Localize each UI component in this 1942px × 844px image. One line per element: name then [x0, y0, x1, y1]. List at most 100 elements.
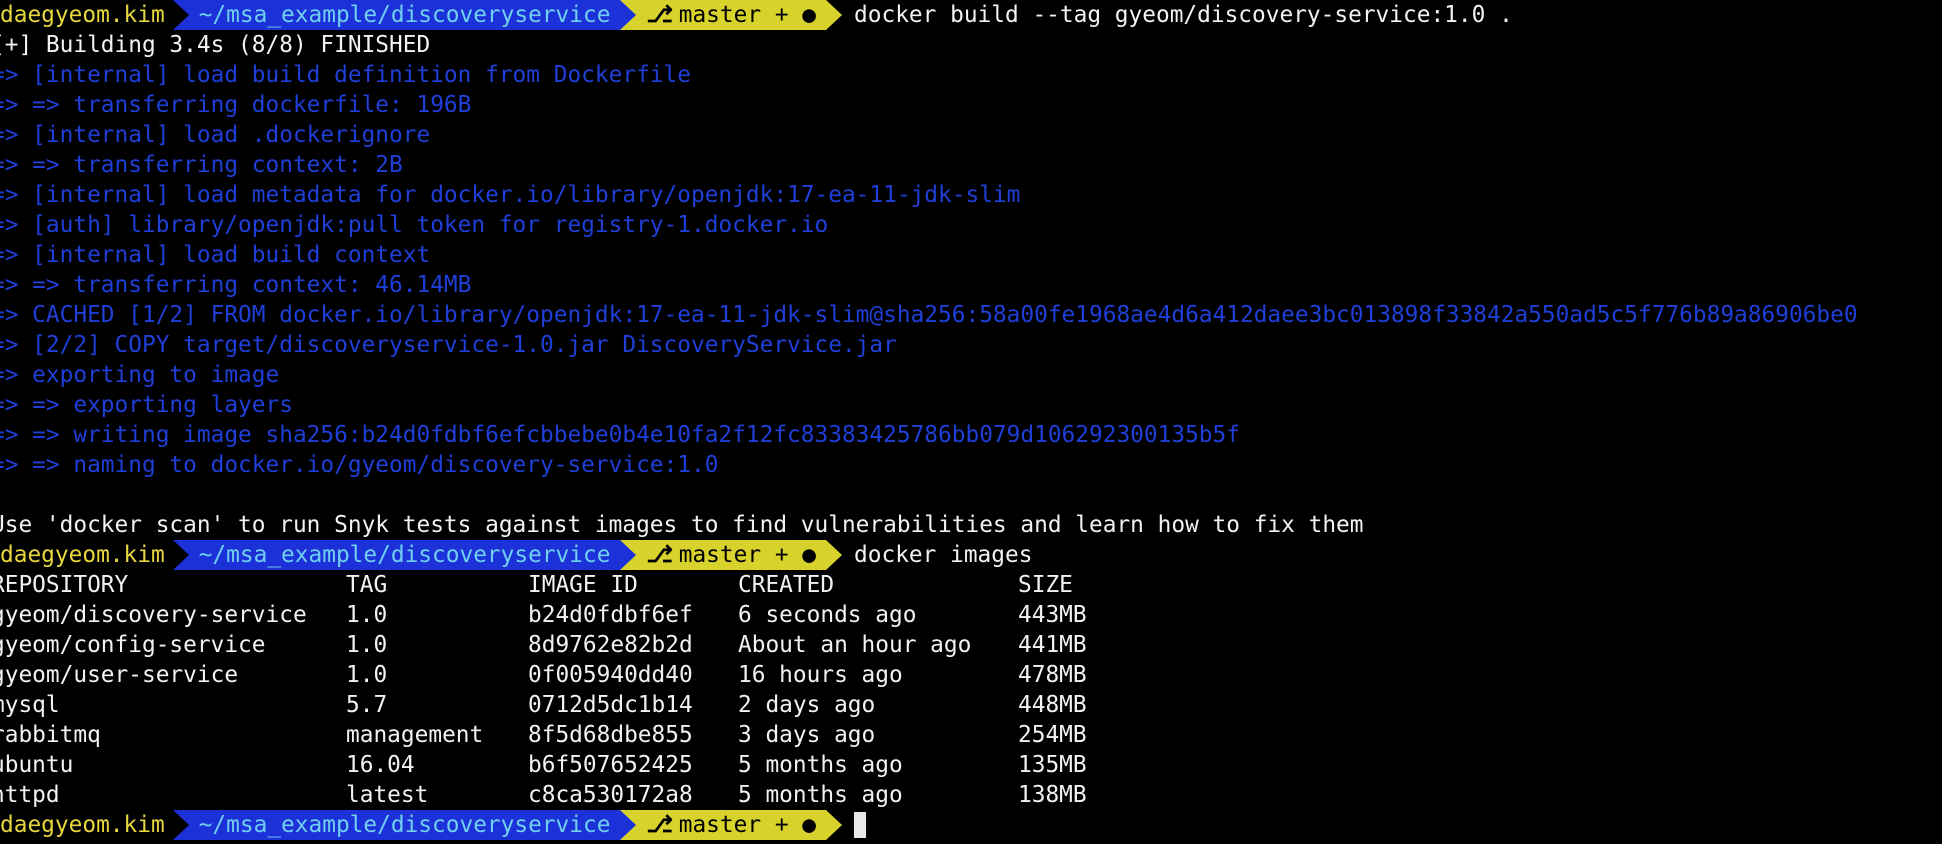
- prompt-user: daegyeom.kim: [0, 0, 189, 30]
- powerline-separator: [172, 810, 189, 840]
- cell-repository: mysql: [0, 692, 60, 718]
- cell-repository: gyeom/user-service: [0, 662, 239, 688]
- powerline-separator: [172, 540, 189, 570]
- build-line: => CACHED [1/2] FROM docker.io/library/o…: [0, 302, 1858, 328]
- command-text: docker build --tag gyeom/discovery-servi…: [854, 2, 1513, 28]
- cell-created: 5 months ago: [738, 782, 903, 808]
- cell-tag: 1.0: [346, 632, 388, 658]
- prompt-branch-label: master: [678, 2, 762, 28]
- prompt-path-label: ~/msa_example/discoveryservice: [198, 2, 611, 28]
- build-header: [+] Building 3.4s (8/8) FINISHED: [0, 32, 431, 58]
- prompt-git-status: + ●: [774, 812, 817, 838]
- build-line: => => exporting layers: [0, 392, 293, 418]
- cell-repository: httpd: [0, 782, 60, 808]
- powerline-separator: [620, 810, 637, 840]
- images-table: REPOSITORY TAG IMAGE ID CREATED SIZE gyeom/d…: [0, 570, 1942, 810]
- build-line: => [internal] load metadata for docker.i…: [0, 182, 1021, 208]
- cell-repository: ubuntu: [0, 752, 74, 778]
- build-output: => [internal] load build definition from…: [0, 60, 1942, 480]
- prompt-git-branch: ⎇ master + ●: [620, 0, 843, 30]
- table-row: gyeom/config-service 1.0 8d9762e82b2d About…: [0, 630, 1942, 660]
- cell-image-id: 0712d5dc1b14: [528, 692, 693, 718]
- cell-repository: gyeom/config-service: [0, 632, 266, 658]
- prompt-user-label: daegyeom.kim: [0, 542, 165, 568]
- terminal-cursor[interactable]: [854, 812, 867, 838]
- prompt-path-label: ~/msa_example/discoveryservice: [198, 542, 611, 568]
- prompt-directory: ~/msa_example/discoveryservice: [172, 0, 637, 30]
- prompt-branch-label: master: [678, 812, 762, 838]
- cell-tag: 1.0: [346, 602, 388, 628]
- scan-hint: Use 'docker scan' to run Snyk tests agai…: [0, 512, 1364, 538]
- prompt-directory: ~/msa_example/discoveryservice: [172, 540, 637, 570]
- table-row: ubuntu 16.04 b6f507652425 5 months ago 135MB: [0, 750, 1942, 780]
- cell-tag: latest: [346, 782, 429, 808]
- build-line: => [auth] library/openjdk:pull token for…: [0, 212, 829, 238]
- prompt-user-label: daegyeom.kim: [0, 2, 165, 28]
- cell-size: 448MB: [1018, 692, 1087, 718]
- cell-created: 3 days ago: [738, 722, 876, 748]
- prompt-directory: ~/msa_example/discoveryservice: [172, 810, 637, 840]
- cell-image-id: 8f5d68dbe855: [528, 722, 693, 748]
- cell-tag: 16.04: [346, 752, 415, 778]
- git-branch-icon: ⎇: [646, 812, 673, 838]
- column-header-repository: REPOSITORY: [0, 572, 129, 598]
- column-header-image-id: IMAGE ID: [528, 572, 638, 598]
- prompt-line: daegyeom.kim ~/msa_example/discoveryserv…: [0, 0, 1942, 30]
- prompt-user: daegyeom.kim: [0, 810, 189, 840]
- prompt-git-status: + ●: [774, 2, 817, 28]
- powerline-separator: [826, 540, 843, 570]
- terminal[interactable]: daegyeom.kim ~/msa_example/discoveryserv…: [0, 0, 1942, 840]
- build-line: => => transferring dockerfile: 196B: [0, 92, 472, 118]
- cell-image-id: 8d9762e82b2d: [528, 632, 693, 658]
- column-header-created: CREATED: [738, 572, 835, 598]
- git-branch-icon: ⎇: [646, 2, 673, 28]
- powerline-separator: [826, 810, 843, 840]
- table-row: rabbitmq management 8f5d68dbe855 3 days ago…: [0, 720, 1942, 750]
- powerline-separator: [620, 0, 637, 30]
- cell-image-id: b24d0fdbf6ef: [528, 602, 693, 628]
- cell-image-id: b6f507652425: [528, 752, 693, 778]
- cell-size: 135MB: [1018, 752, 1087, 778]
- cell-created: About an hour ago: [738, 632, 972, 658]
- prompt-user-label: daegyeom.kim: [0, 812, 165, 838]
- column-header-tag: TAG: [346, 572, 388, 598]
- cell-size: 254MB: [1018, 722, 1087, 748]
- prompt-user: daegyeom.kim: [0, 540, 189, 570]
- prompt-git-branch: ⎇ master + ●: [620, 810, 843, 840]
- powerline-separator: [172, 0, 189, 30]
- table-row: mysql 5.7 0712d5dc1b14 2 days ago 448MB: [0, 690, 1942, 720]
- table-row: gyeom/discovery-service 1.0 b24d0fdbf6ef 6 …: [0, 600, 1942, 630]
- prompt-git-status: + ●: [774, 542, 817, 568]
- cell-tag: 5.7: [346, 692, 388, 718]
- cell-created: 16 hours ago: [738, 662, 903, 688]
- build-line: => [internal] load build context: [0, 242, 431, 268]
- build-line: => [internal] load .dockerignore: [0, 122, 431, 148]
- cell-created: 6 seconds ago: [738, 602, 917, 628]
- prompt-line: daegyeom.kim ~/msa_example/discoveryserv…: [0, 540, 1942, 570]
- build-line: => => transferring context: 46.14MB: [0, 272, 472, 298]
- cell-tag: 1.0: [346, 662, 388, 688]
- table-header: REPOSITORY TAG IMAGE ID CREATED SIZE: [0, 570, 1942, 600]
- prompt-path-label: ~/msa_example/discoveryservice: [198, 812, 611, 838]
- cell-size: 441MB: [1018, 632, 1087, 658]
- column-header-size: SIZE: [1018, 572, 1073, 598]
- cell-created: 2 days ago: [738, 692, 876, 718]
- cell-size: 443MB: [1018, 602, 1087, 628]
- powerline-separator: [826, 0, 843, 30]
- cell-repository: rabbitmq: [0, 722, 101, 748]
- prompt-line-active[interactable]: daegyeom.kim ~/msa_example/discoveryserv…: [0, 810, 1942, 840]
- command-text: docker images: [854, 542, 1033, 568]
- powerline-separator: [620, 540, 637, 570]
- build-line: => [2/2] COPY target/discoveryservice-1.…: [0, 332, 897, 358]
- build-line: => exporting to image: [0, 362, 280, 388]
- table-row: httpd latest c8ca530172a8 5 months ago 138MB: [0, 780, 1942, 810]
- build-line: => => transferring context: 2B: [0, 152, 403, 178]
- table-row: gyeom/user-service 1.0 0f005940dd40 16 hour…: [0, 660, 1942, 690]
- prompt-branch-label: master: [678, 542, 762, 568]
- cell-created: 5 months ago: [738, 752, 903, 778]
- cell-size: 478MB: [1018, 662, 1087, 688]
- cell-tag: management: [346, 722, 484, 748]
- build-line: => => writing image sha256:b24d0fdbf6efc…: [0, 422, 1240, 448]
- build-line: => [internal] load build definition from…: [0, 62, 691, 88]
